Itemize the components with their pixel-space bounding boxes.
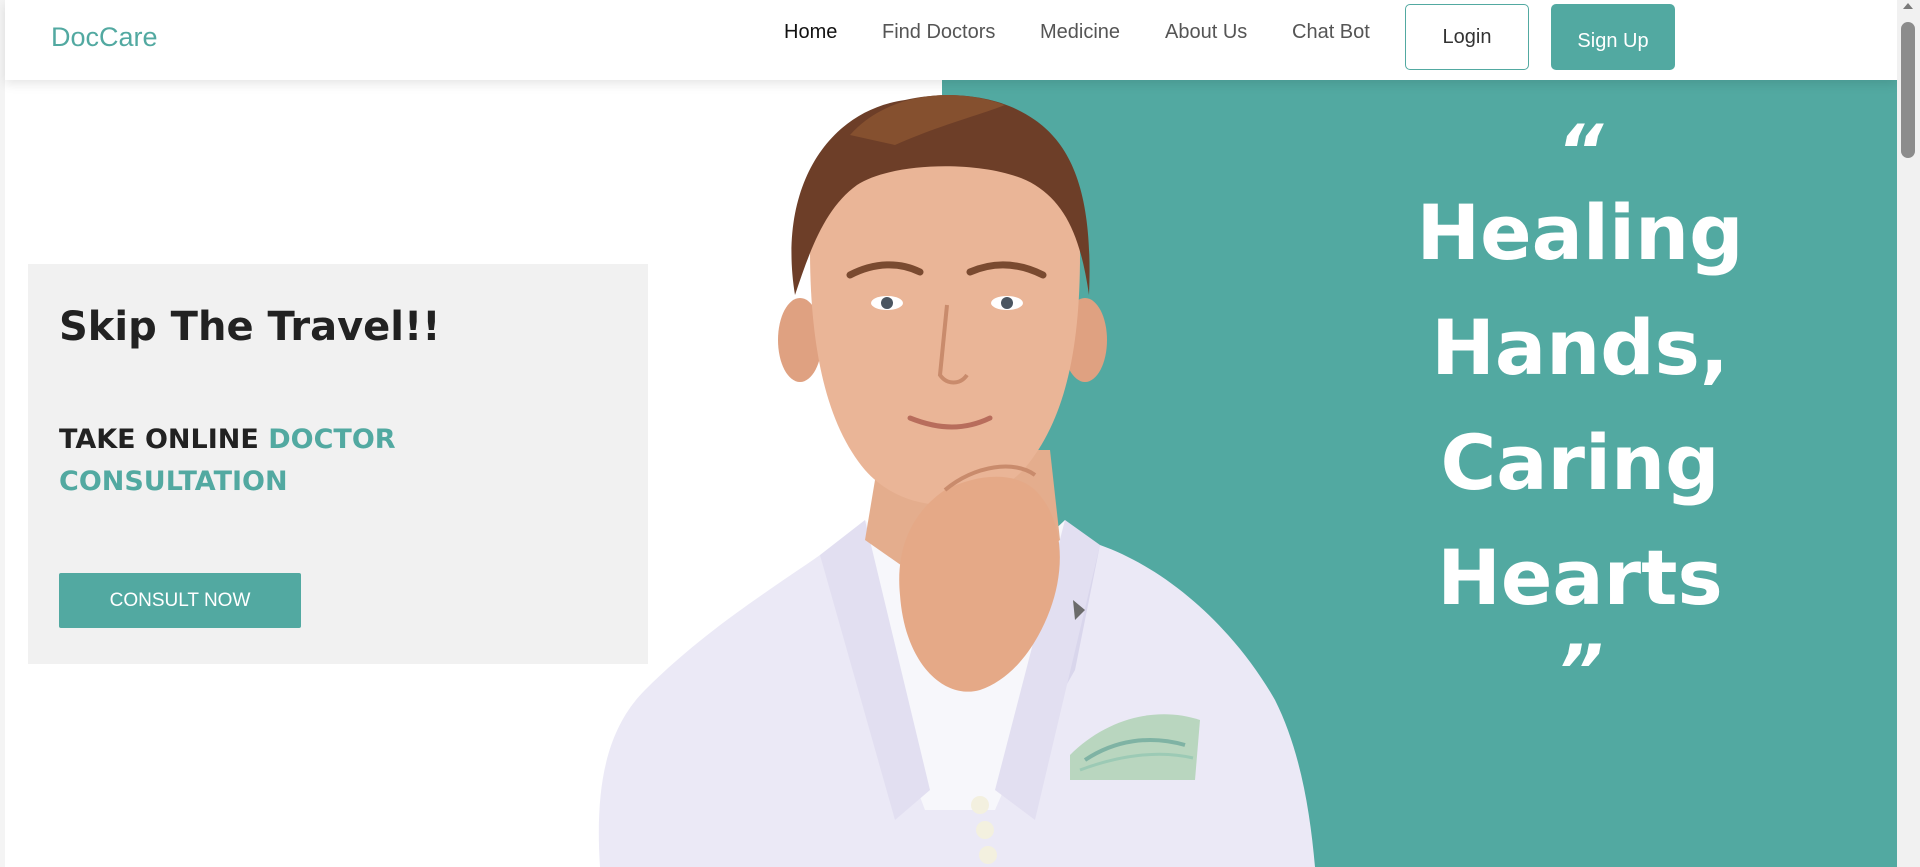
quote-line: Healing: [1416, 188, 1744, 277]
page: DocCare Home Find Doctors Medicine About…: [0, 0, 1920, 867]
consult-now-button[interactable]: CONSULT NOW: [59, 573, 301, 628]
scroll-up-arrow-icon[interactable]: [1903, 3, 1913, 9]
doctor-photo: [598, 95, 1315, 867]
navbar: DocCare Home Find Doctors Medicine About…: [5, 0, 1897, 80]
quote-line: Hearts: [1437, 533, 1723, 622]
consultation-card: Skip The Travel!! TAKE ONLINE DOCTOR CON…: [28, 264, 648, 664]
subtitle-plain: TAKE ONLINE: [59, 424, 269, 455]
quote-close-mark: ”: [1556, 629, 1604, 713]
signup-button[interactable]: Sign Up: [1551, 4, 1675, 70]
card-title: Skip The Travel!!: [59, 304, 441, 350]
nav-link-medicine[interactable]: Medicine: [1040, 21, 1120, 44]
nav-link-home[interactable]: Home: [784, 21, 837, 44]
login-button[interactable]: Login: [1405, 4, 1529, 70]
nav-link-about-us[interactable]: About Us: [1165, 21, 1247, 44]
nav-link-chat-bot[interactable]: Chat Bot: [1292, 21, 1370, 44]
quote-line: Caring: [1440, 418, 1720, 507]
scrollbar[interactable]: [1897, 0, 1920, 867]
quote-open-mark: “: [1556, 109, 1604, 193]
hero-quote: “ Healing Hands, Caring Hearts ”: [1330, 109, 1830, 713]
scrollbar-thumb[interactable]: [1901, 22, 1915, 158]
quote-line: Hands,: [1431, 303, 1729, 392]
card-subtitle: TAKE ONLINE DOCTOR CONSULTATION: [59, 419, 399, 503]
nav-link-find-doctors[interactable]: Find Doctors: [882, 21, 995, 44]
page-edge: [0, 0, 5, 867]
